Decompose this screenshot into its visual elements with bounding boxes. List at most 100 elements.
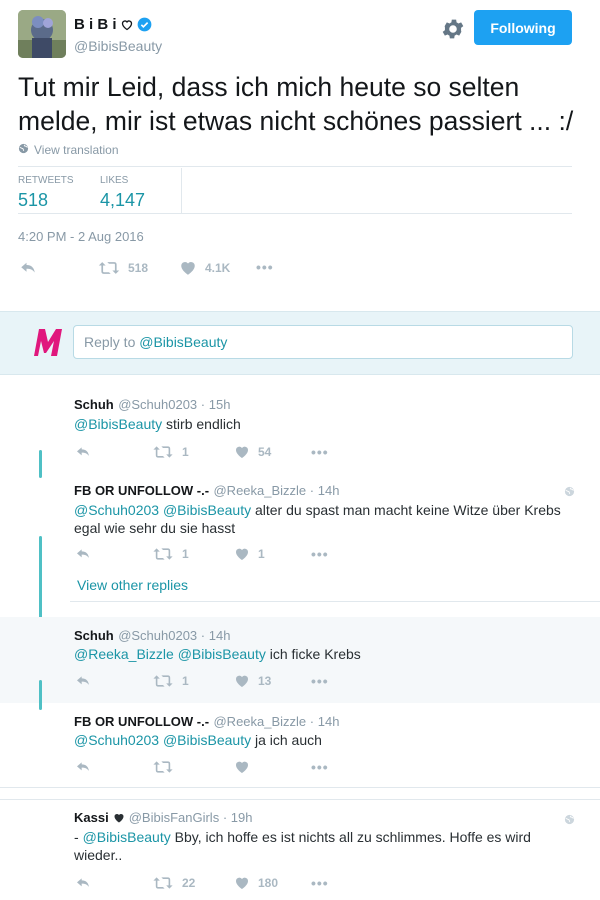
reply-author-name[interactable]: Kassi <box>74 810 109 825</box>
reply-body: ja ich auch <box>251 732 322 748</box>
reply-mention: @BibisBeauty <box>139 334 228 350</box>
gear-icon[interactable] <box>440 16 466 42</box>
reply-icon <box>74 875 92 891</box>
reply-action[interactable] <box>74 875 92 891</box>
retweet-count: 1 <box>182 445 189 459</box>
reply-body: alter du spast man macht keine Witze übe… <box>251 502 561 518</box>
retweet-action[interactable]: 1 <box>152 546 189 562</box>
reply-mentions[interactable]: @Reeka_Bizzle @BibisBeauty <box>74 646 266 662</box>
reply-body: ich ficke Krebs <box>265 646 361 662</box>
reply-header: Schuh @Schuh0203 · 14h <box>74 627 230 645</box>
separator: · <box>219 810 231 825</box>
heart-icon <box>179 259 197 277</box>
heart-icon <box>234 759 250 775</box>
more-options-icon[interactable]: ••• <box>311 546 329 562</box>
divider <box>70 601 600 602</box>
retweet-action[interactable]: 518 <box>98 259 148 277</box>
likes-stat[interactable]: LIKES 4,147 <box>100 175 145 211</box>
reply-author-handle[interactable]: @Reeka_Bizzle <box>213 483 306 498</box>
reply-icon <box>74 673 92 689</box>
like-action[interactable]: 54 <box>234 444 271 460</box>
retweet-action[interactable]: 22 <box>152 875 195 891</box>
reply-icon <box>74 546 92 562</box>
like-action[interactable]: 1 <box>234 546 265 562</box>
like-count: 54 <box>258 445 272 459</box>
retweet-count: 1 <box>182 547 189 561</box>
more-options-icon[interactable]: ••• <box>311 875 329 891</box>
like-action[interactable] <box>234 759 258 775</box>
display-name-text: B i B i <box>74 16 117 33</box>
retweets-label: RETWEETS <box>18 175 74 186</box>
retweets-stat[interactable]: RETWEETS 518 <box>18 175 74 211</box>
retweet-action[interactable] <box>152 759 182 775</box>
more-options-icon[interactable]: ••• <box>311 673 329 689</box>
reply-time[interactable]: 14h <box>318 483 340 498</box>
thread-line <box>39 680 42 710</box>
like-action[interactable]: 180 <box>234 875 278 891</box>
reply-author-handle[interactable]: @Reeka_Bizzle <box>213 714 306 729</box>
reply-mentions[interactable]: @BibisBeauty <box>74 416 162 432</box>
reply-mentions[interactable]: @Schuh0203 @BibisBeauty <box>74 732 251 748</box>
author-handle[interactable]: @BibisBeauty <box>74 38 162 54</box>
reply-header: Kassi @BibisFanGirls · 19h <box>74 810 252 825</box>
author-display-name[interactable]: B i B i <box>74 16 152 33</box>
like-action[interactable]: 4.1K <box>179 259 230 277</box>
reply-author-handle[interactable]: @BibisFanGirls <box>129 810 220 825</box>
retweet-icon <box>152 546 174 562</box>
divider <box>18 213 572 214</box>
reply-prefix: Reply to <box>84 334 140 350</box>
reply-action[interactable] <box>74 759 92 775</box>
reply-time[interactable]: 19h <box>231 810 253 825</box>
user-avatar-m-logo-icon <box>30 325 66 359</box>
following-button[interactable]: Following <box>474 10 572 45</box>
reply-action[interactable] <box>74 546 92 562</box>
reply-author-handle[interactable]: @Schuh0203 <box>118 397 197 412</box>
heart-icon <box>234 546 250 562</box>
like-action[interactable]: 13 <box>234 673 271 689</box>
divider <box>0 787 600 788</box>
more-options-icon[interactable]: ••• <box>311 444 329 460</box>
reply-author-name[interactable]: Schuh <box>74 397 114 412</box>
reply-mentions[interactable]: @BibisBeauty <box>83 829 171 845</box>
like-count: 1 <box>258 547 265 561</box>
reply-input[interactable]: Reply to @BibisBeauty <box>73 325 573 359</box>
reply-icon <box>74 444 92 460</box>
reply-time[interactable]: 14h <box>209 628 231 643</box>
more-options-icon[interactable]: ••• <box>256 259 274 275</box>
more-options-icon[interactable]: ••• <box>311 759 329 775</box>
reply-action[interactable] <box>74 673 92 689</box>
tweet-text: Tut mir Leid, dass ich mich heute so sel… <box>18 72 574 136</box>
reply-text: @Schuh0203 @BibisBeauty alter du spast m… <box>74 501 574 537</box>
reply-action[interactable] <box>74 444 92 460</box>
globe-icon <box>18 143 29 157</box>
retweet-count: 518 <box>128 261 149 275</box>
reply-time[interactable]: 15h <box>209 397 231 412</box>
reply-icon <box>74 759 92 775</box>
like-count: 180 <box>258 876 279 890</box>
reply-author-name[interactable]: FB OR UNFOLLOW -.- <box>74 714 209 729</box>
globe-icon <box>564 484 575 502</box>
retweet-icon <box>152 875 174 891</box>
separator: · <box>306 483 318 498</box>
retweet-action[interactable]: 1 <box>152 444 189 460</box>
reply-header: Schuh @Schuh0203 · 15h <box>74 396 230 414</box>
retweet-count: 1 <box>182 674 189 688</box>
reply-body: Bby, ich hoffe es ist nichts all zu schl… <box>170 829 531 845</box>
reply-prefix: - <box>74 829 83 845</box>
reply-author-name[interactable]: Schuh <box>74 628 114 643</box>
stat-divider <box>181 168 182 213</box>
reply-header: FB OR UNFOLLOW -.- @Reeka_Bizzle · 14h <box>74 713 339 731</box>
author-avatar[interactable] <box>18 10 66 58</box>
reply-author-name[interactable]: FB OR UNFOLLOW -.- <box>74 483 209 498</box>
reply-time[interactable]: 14h <box>318 714 340 729</box>
retweet-count: 22 <box>182 876 196 890</box>
view-translation-link[interactable]: View translation <box>18 143 119 157</box>
reply-author-handle[interactable]: @Schuh0203 <box>118 628 197 643</box>
reply-action[interactable] <box>18 259 38 277</box>
reply-text: @Schuh0203 @BibisBeauty ja ich auch <box>74 731 322 749</box>
view-other-replies-link[interactable]: View other replies <box>77 577 188 593</box>
reply-mentions[interactable]: @Schuh0203 @BibisBeauty <box>74 502 251 518</box>
tweet-timestamp[interactable]: 4:20 PM - 2 Aug 2016 <box>18 229 144 244</box>
retweet-action[interactable]: 1 <box>152 673 189 689</box>
reply-body: stirb endlich <box>162 416 241 432</box>
